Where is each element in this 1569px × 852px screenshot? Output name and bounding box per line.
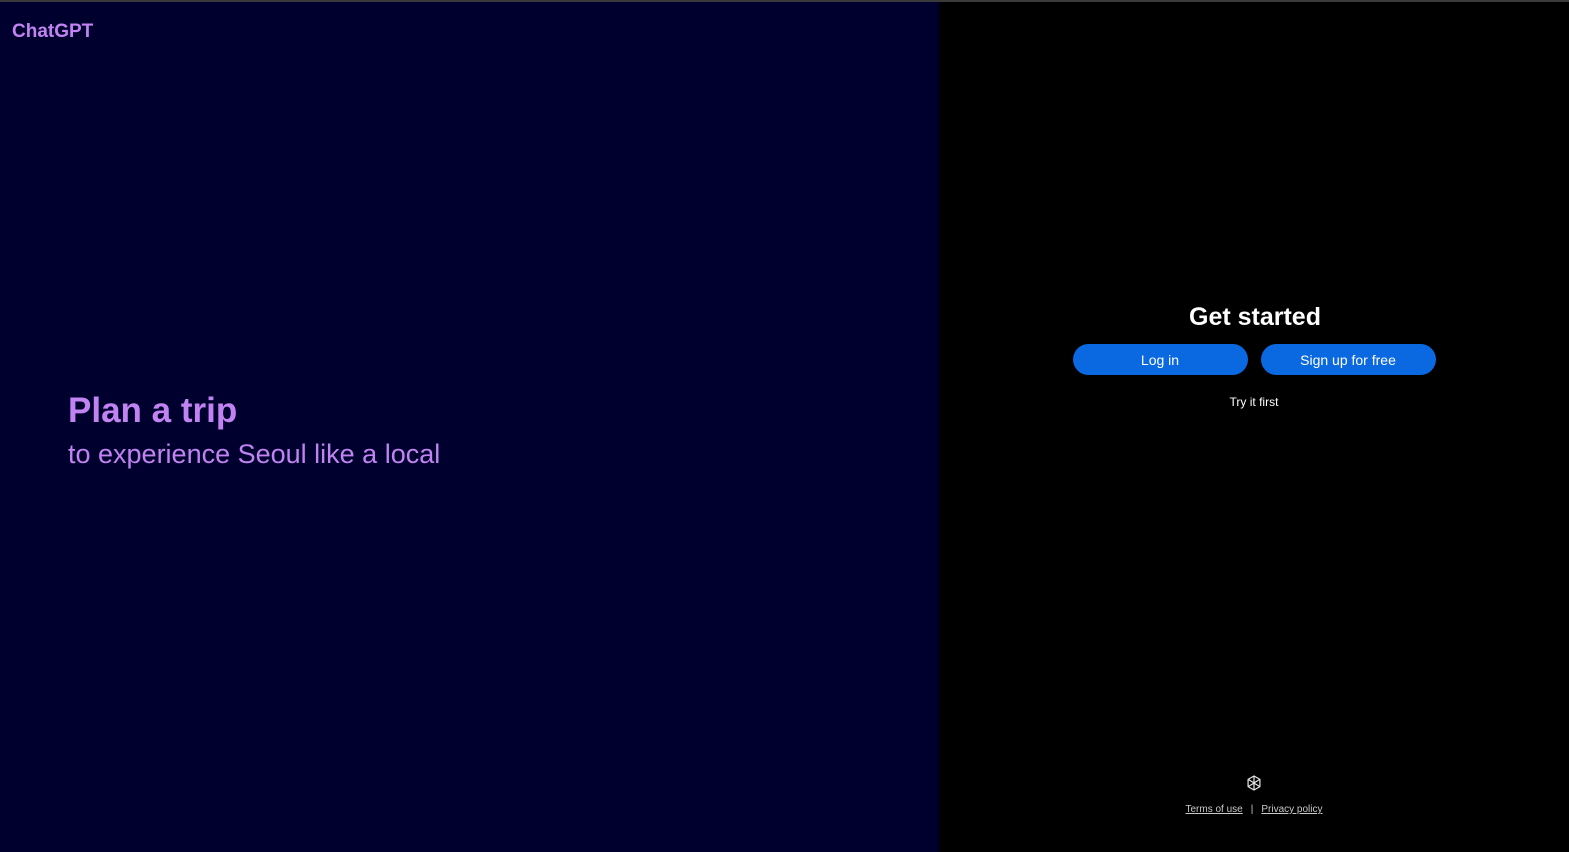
hero-subtitle: to experience Seoul like a local (68, 439, 441, 469)
auth-buttons: Log in Sign up for free (1072, 344, 1436, 375)
auth-section: Get started Log in Sign up for free Try … (939, 302, 1569, 409)
auth-title: Get started (1189, 303, 1321, 331)
page-footer: Terms of use | Privacy policy (939, 774, 1569, 815)
auth-panel: Get started Log in Sign up for free Try … (939, 2, 1569, 852)
brand-logo[interactable]: ChatGPT (12, 21, 93, 43)
terms-link[interactable]: Terms of use (1186, 804, 1243, 815)
footer-links: Terms of use | Privacy policy (1186, 804, 1323, 815)
signup-button[interactable]: Sign up for free (1260, 344, 1436, 375)
hero-message: Plan a trip to experience Seoul like a l… (68, 390, 440, 471)
login-button[interactable]: Log in (1072, 344, 1248, 375)
footer-separator: | (1250, 804, 1254, 815)
chatgpt-landing-page: ChatGPT Plan a trip to experience Seoul … (0, 0, 1569, 852)
try-it-first-link[interactable]: Try it first (1230, 395, 1279, 409)
hero-panel: ChatGPT Plan a trip to experience Seoul … (0, 2, 939, 852)
hero-title: Plan a trip (68, 391, 238, 430)
privacy-link[interactable]: Privacy policy (1261, 804, 1322, 815)
openai-logo-icon (1247, 775, 1261, 791)
